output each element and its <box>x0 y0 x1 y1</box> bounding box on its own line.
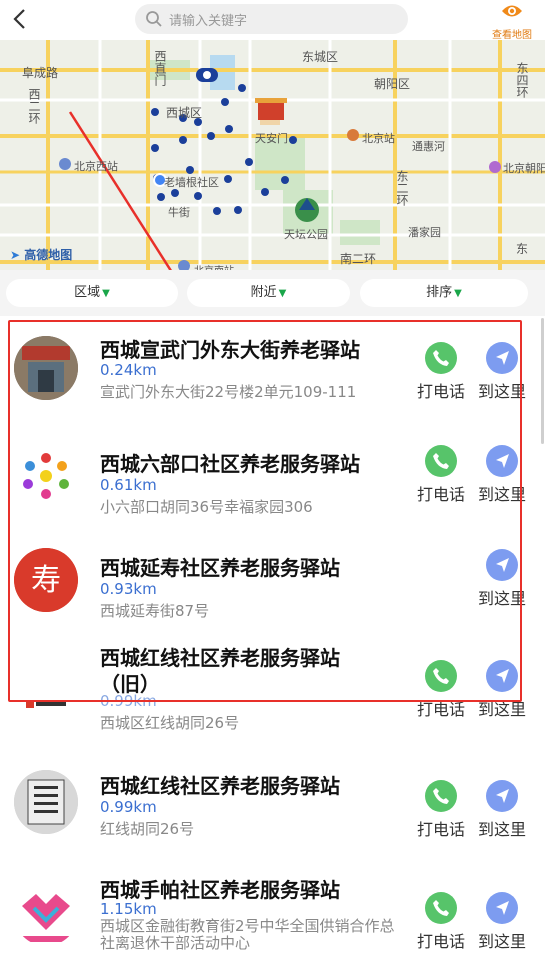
map-label: 西二环 <box>27 88 41 124</box>
station-address: 宣武门外东大街22号楼2单元109-111 <box>100 383 357 401</box>
map-view[interactable]: 阜成路 西二环 西直门 西城区 东城区 朝阳区 天安门 北京站 通惠河 北京西站… <box>0 40 545 270</box>
triangle-down-icon: ▼ <box>454 288 462 299</box>
station-distance: 0.93km <box>100 580 157 598</box>
map-label: 东二环 <box>395 170 409 206</box>
search-input[interactable]: 请输入关键字 <box>135 4 408 34</box>
filter-bar: 区域 ▼ 附近 ▼ 排序 ▼ <box>0 270 545 316</box>
call-button[interactable]: 打电话 <box>413 780 469 840</box>
station-address: 西城延寿街87号 <box>100 602 210 620</box>
map-label: 北京朝阳 <box>503 162 545 175</box>
eye-icon <box>502 5 522 17</box>
station-address: 西城区金融街教育街2号中华全国供销合作总社离退休干部活动中心 <box>100 918 395 952</box>
station-distance: 0.24km <box>100 361 157 379</box>
back-icon[interactable] <box>8 6 34 32</box>
map-label: 东城区 <box>302 50 339 64</box>
navigate-arrow-icon <box>486 892 518 924</box>
navigate-button[interactable]: 到这里 <box>474 892 530 952</box>
svg-text:寿: 寿 <box>31 563 61 598</box>
navigate-button[interactable]: 到这里 <box>474 660 530 720</box>
map-label: 朝阳区 <box>374 77 411 91</box>
station-distance: 0.61km <box>100 476 157 494</box>
avatar <box>14 882 78 946</box>
filter-nearby-button[interactable]: 附近 ▼ <box>187 279 350 307</box>
scrollbar[interactable] <box>541 318 544 444</box>
navigate-arrow-icon <box>486 342 518 374</box>
station-address: 西城区红线胡同26号 <box>100 714 240 732</box>
avatar: 寿 <box>14 548 78 612</box>
map-label: 南二环 <box>340 252 377 266</box>
list-item[interactable]: 西城手帕社区养老服务驿站 1.15km 西城区金融街教育街2号中华全国供销合作总… <box>0 874 545 954</box>
phone-icon <box>425 892 457 924</box>
phone-icon <box>425 660 457 692</box>
map-label: 西城区 <box>166 106 203 120</box>
list-item[interactable]: 西城红线社区养老服务驿站 0.99km 红线胡同26号 打电话 到这里 <box>0 764 545 874</box>
navigate-arrow-icon <box>486 549 518 581</box>
phone-icon <box>425 445 457 477</box>
navigate-button[interactable]: 到这里 <box>474 342 530 402</box>
station-name: 西城宣武门外东大街养老驿站 <box>100 338 360 362</box>
list-item[interactable]: 西城红线社区养老服务驿站 （旧） 0.99km 西城区红线胡同26号 打电话 到… <box>0 636 545 764</box>
station-name: 西城手帕社区养老服务驿站 <box>100 878 340 902</box>
station-distance: 1.15km <box>100 900 157 918</box>
call-button[interactable]: 打电话 <box>413 892 469 952</box>
avatar <box>14 336 78 400</box>
navigate-button[interactable]: 到这里 <box>474 549 530 609</box>
map-label: 西直门 <box>153 50 167 86</box>
navigate-arrow-icon <box>486 445 518 477</box>
navigate-button[interactable]: 到这里 <box>474 445 530 505</box>
map-label: 北京南站 <box>194 262 234 270</box>
map-label: 天坛公园 <box>284 228 328 241</box>
search-icon <box>146 11 162 27</box>
view-map-label: 查看地图 <box>492 30 532 41</box>
navigation-icon: ➤ <box>10 248 21 262</box>
map-label: 牛街 <box>168 206 190 219</box>
top-bar: 请输入关键字 查看地图 <box>0 0 545 41</box>
map-canvas <box>0 40 545 270</box>
phone-icon <box>425 780 457 812</box>
station-address: 小六部口胡同36号幸福家园306 <box>100 498 313 516</box>
map-label: 老墙根社区 <box>164 176 219 189</box>
filter-sort-button[interactable]: 排序 ▼ <box>360 279 528 307</box>
station-address: 红线胡同26号 <box>100 820 195 838</box>
navigate-arrow-icon <box>486 660 518 692</box>
view-map-button[interactable]: 查看地图 <box>486 2 538 41</box>
amap-logo: ➤ 高德地图 <box>10 248 73 262</box>
avatar <box>14 672 78 736</box>
map-label: 阜成路 <box>22 66 59 80</box>
avatar <box>14 444 78 508</box>
station-distance: 0.99km <box>100 692 157 710</box>
triangle-down-icon: ▼ <box>102 288 110 299</box>
station-name: 西城红线社区养老服务驿站 <box>100 774 340 798</box>
map-label: 北京站 <box>362 132 395 145</box>
station-name: 西城延寿社区养老服务驿站 <box>100 556 340 580</box>
station-name: 西城六部口社区养老服务驿站 <box>100 452 360 476</box>
call-button[interactable]: 打电话 <box>413 660 469 720</box>
list-item[interactable]: 西城六部口社区养老服务驿站 0.61km 小六部口胡同36号幸福家园306 打电… <box>0 428 545 532</box>
map-label: 北京西站 <box>74 160 118 173</box>
map-label: 天安门 <box>255 132 288 145</box>
station-name: 西城红线社区养老服务驿站 <box>100 646 340 670</box>
map-label: 东 <box>516 242 529 256</box>
station-distance: 0.99km <box>100 798 157 816</box>
filter-area-button[interactable]: 区域 ▼ <box>6 279 178 307</box>
navigate-arrow-icon <box>486 780 518 812</box>
map-label: 东四环 <box>515 62 529 98</box>
triangle-down-icon: ▼ <box>278 288 287 299</box>
map-label: 潘家园 <box>408 226 441 239</box>
navigate-button[interactable]: 到这里 <box>474 780 530 840</box>
map-label: 通惠河 <box>412 140 445 153</box>
list-item[interactable]: 西城宣武门外东大街养老驿站 0.24km 宣武门外东大街22号楼2单元109-1… <box>0 316 545 428</box>
call-button[interactable]: 打电话 <box>413 342 469 402</box>
list-item[interactable]: 寿 西城延寿社区养老服务驿站 0.93km 西城延寿街87号 到这里 <box>0 532 545 636</box>
phone-icon <box>425 342 457 374</box>
call-button[interactable]: 打电话 <box>413 445 469 505</box>
avatar <box>14 770 78 834</box>
search-placeholder: 请输入关键字 <box>169 14 248 29</box>
